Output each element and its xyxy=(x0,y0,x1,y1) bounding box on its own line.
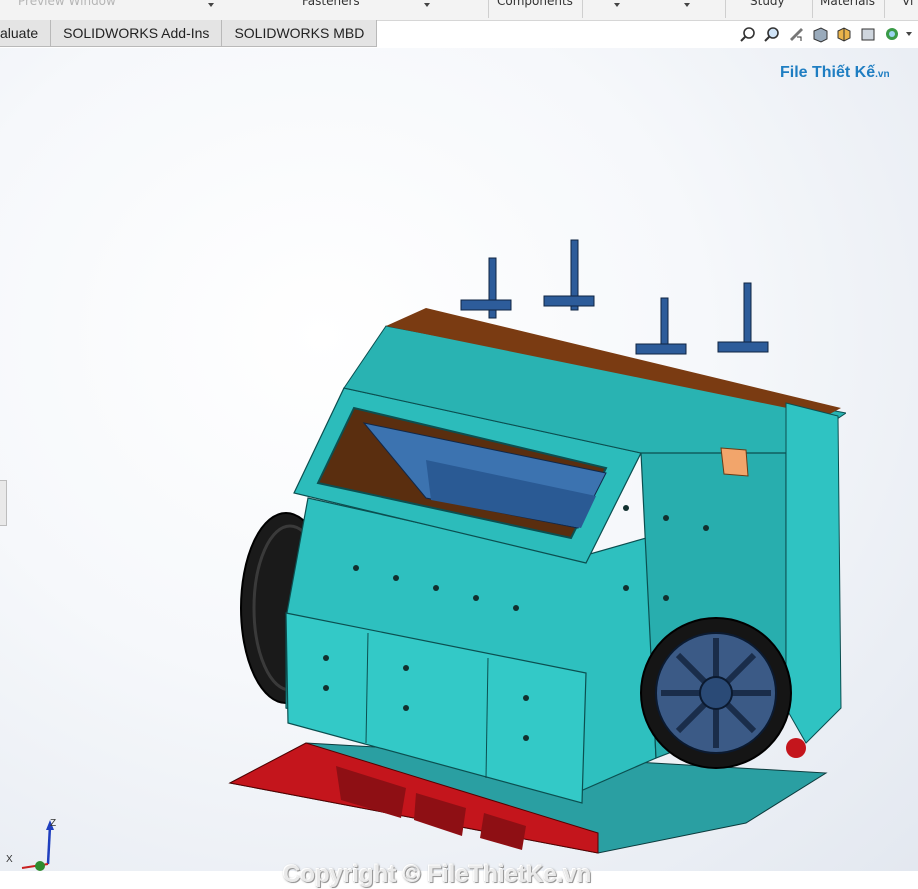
reference-triad: Z X xyxy=(4,818,60,874)
ribbon-view[interactable]: Vi xyxy=(902,0,913,8)
section-view-icon[interactable] xyxy=(810,24,830,44)
ribbon-separator xyxy=(725,0,726,18)
view-orientation-icon[interactable] xyxy=(834,24,854,44)
ribbon-components[interactable]: Components xyxy=(497,0,573,8)
command-ribbon: Preview Window Fasteners Components Stud… xyxy=(0,0,918,21)
feature-tree-toggle[interactable] xyxy=(0,480,7,526)
crusher-3d-model[interactable] xyxy=(226,238,846,858)
brand-logo: File Thiết Kế.vn xyxy=(780,64,890,81)
ribbon-fasteners[interactable]: Fasteners xyxy=(302,0,360,8)
zoom-area-icon[interactable] xyxy=(762,24,782,44)
preview-dropdown-icon[interactable] xyxy=(208,3,214,7)
appearance-icon[interactable] xyxy=(882,24,902,44)
display-style-icon[interactable] xyxy=(858,24,878,44)
ribbon-materials[interactable]: Materials xyxy=(820,0,875,8)
previous-view-icon[interactable] xyxy=(786,24,806,44)
graphics-area[interactable]: File Thiết Kế.vn Copyright © FileThietKe… xyxy=(0,48,918,888)
triad-x-label: X xyxy=(6,854,13,865)
heads-up-view-toolbar xyxy=(102,24,918,44)
more-dropdown-icon[interactable] xyxy=(684,3,690,7)
zoom-to-fit-icon[interactable] xyxy=(738,24,758,44)
copyright-watermark: Copyright © FileThietKe.vn xyxy=(283,861,592,888)
fasteners-dropdown-icon[interactable] xyxy=(424,3,430,7)
ribbon-separator xyxy=(884,0,885,18)
tab-evaluate[interactable]: aluate xyxy=(0,20,52,47)
ribbon-preview-window[interactable]: Preview Window xyxy=(18,0,116,8)
ribbon-separator xyxy=(812,0,813,18)
components-dropdown-icon[interactable] xyxy=(614,3,620,7)
ribbon-separator xyxy=(488,0,489,18)
triad-z-label: Z xyxy=(50,818,57,829)
appearance-dropdown-icon[interactable] xyxy=(906,32,912,36)
ribbon-study[interactable]: Study xyxy=(750,0,785,8)
ribbon-separator xyxy=(582,0,583,18)
